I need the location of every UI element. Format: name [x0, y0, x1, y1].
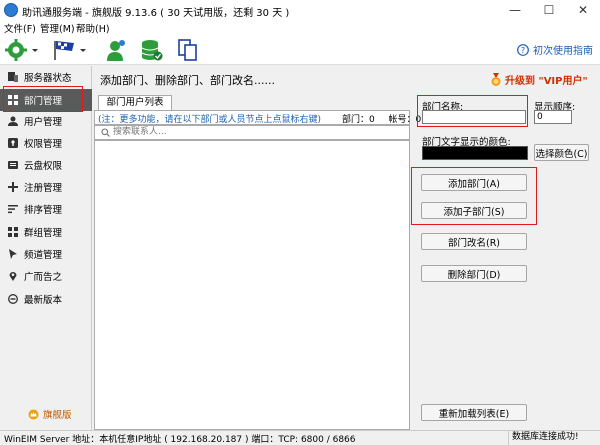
sidebar-item-users[interactable]: 用户管理 — [0, 110, 92, 132]
flag-icon — [54, 41, 86, 60]
key-icon — [8, 138, 18, 148]
database-button[interactable] — [140, 37, 164, 63]
version-icon — [8, 294, 18, 304]
choose-color-button[interactable]: 选择颜色(C) — [534, 144, 589, 161]
rename-dept-button[interactable]: 部门改名(R) — [421, 233, 527, 250]
group-icon — [8, 227, 18, 237]
page-title: 添加部门、删除部门、部门改名...... — [100, 74, 275, 87]
sidebar-item-label: 用户管理 — [24, 117, 63, 128]
settings-dropdown-button[interactable] — [4, 37, 38, 63]
department-tree[interactable] — [94, 140, 410, 430]
add-dept-button[interactable]: 添加部门(A) — [421, 174, 527, 191]
edition-badge: 旗舰版 — [28, 407, 72, 421]
cloud-icon — [8, 160, 18, 170]
search-placeholder: 搜索联系人... — [113, 127, 167, 137]
context-menu-note: (注：更多功能，请在以下部门或人员节点上点鼠标右键) — [98, 115, 322, 125]
sidebar-item-label: 注册管理 — [24, 183, 63, 194]
highlight-frame — [417, 95, 528, 127]
sidebar-item-server-status[interactable]: 服务器状态 — [0, 66, 92, 88]
sort-icon — [8, 204, 18, 214]
help-guide-link[interactable]: ? 初次使用指南 — [517, 42, 593, 57]
tab-department-users[interactable]: 部门用户列表 — [98, 95, 172, 110]
sidebar-item-label: 服务器状态 — [24, 73, 72, 84]
sidebar-item-announcements[interactable]: 广而告之 — [0, 265, 92, 287]
search-input[interactable]: 搜索联系人... — [94, 125, 410, 140]
toolbar — [0, 35, 600, 65]
help-icon: ? — [517, 43, 529, 56]
sidebar-item-label: 频道管理 — [24, 250, 63, 261]
help-guide-label: 初次使用指南 — [533, 46, 593, 57]
sidebar-item-permissions[interactable]: 权限管理 — [0, 132, 92, 154]
flag-dropdown-button[interactable] — [52, 37, 86, 63]
user-gear-icon — [107, 40, 125, 61]
app-logo-icon — [4, 3, 18, 17]
menu-file[interactable]: 文件(F) — [4, 21, 36, 35]
window-title: 助讯通服务端 - 旗舰版 9.13.6 ( 30 天试用版，还剩 30 天 ) — [22, 8, 290, 19]
dept-count: 部门：0 — [342, 115, 375, 125]
copy-documents-icon — [178, 39, 197, 61]
menu-manage[interactable]: 管理(M) — [40, 21, 75, 35]
sidebar-item-cloud-permissions[interactable]: 云盘权限 — [0, 154, 92, 176]
edition-label: 旗舰版 — [43, 410, 72, 421]
reload-list-button[interactable]: 重新加载列表(E) — [421, 404, 527, 421]
crown-icon — [28, 409, 39, 419]
documents-button[interactable] — [176, 37, 200, 63]
database-icon — [141, 40, 163, 61]
upgrade-vip-label: 升级到 "VIP用户" — [505, 76, 588, 87]
gear-icon — [5, 39, 38, 61]
sidebar-item-label: 权限管理 — [24, 139, 63, 150]
server-icon — [8, 72, 18, 82]
sidebar-item-label: 群组管理 — [24, 228, 63, 239]
sidebar-item-groups[interactable]: 群组管理 — [0, 221, 92, 243]
maximize-button[interactable]: ☐ — [532, 0, 566, 20]
sidebar-item-label: 广而告之 — [24, 272, 63, 283]
color-swatch — [422, 146, 528, 160]
sidebar-item-label: 云盘权限 — [24, 161, 63, 172]
minimize-button[interactable]: — — [498, 0, 532, 20]
user-icon — [8, 116, 18, 126]
medal-icon — [491, 72, 501, 86]
sidebar-item-latest-version[interactable]: 最新版本 — [0, 288, 92, 310]
counts: 部门：0 帐号：0 — [342, 112, 421, 125]
sidebar-item-registration[interactable]: 注册管理 — [0, 176, 92, 198]
svg-text:?: ? — [521, 46, 525, 55]
search-icon — [101, 128, 110, 137]
database-status: 数据库连接成功! — [508, 430, 600, 445]
highlight-frame — [3, 86, 83, 112]
server-address-status: WinEIM Server 地址：本机任意IP地址 ( 192.168.20.1… — [4, 435, 356, 445]
location-icon — [8, 271, 18, 281]
user-settings-button[interactable] — [104, 37, 128, 63]
sidebar-item-sorting[interactable]: 排序管理 — [0, 198, 92, 220]
sidebar-item-label: 最新版本 — [24, 295, 63, 306]
close-button[interactable]: ✕ — [566, 0, 600, 20]
sidebar-item-channels[interactable]: 频道管理 — [0, 243, 92, 265]
delete-dept-button[interactable]: 删除部门(D) — [421, 265, 527, 282]
add-subdept-button[interactable]: 添加子部门(S) — [421, 202, 527, 219]
menu-help[interactable]: 帮助(H) — [76, 21, 110, 35]
sidebar-item-label: 排序管理 — [24, 205, 63, 216]
channel-icon — [8, 249, 18, 259]
upgrade-vip-link[interactable]: 升级到 "VIP用户" — [490, 72, 588, 87]
plus-icon — [8, 182, 18, 192]
display-order-field[interactable]: 0 — [534, 110, 572, 124]
